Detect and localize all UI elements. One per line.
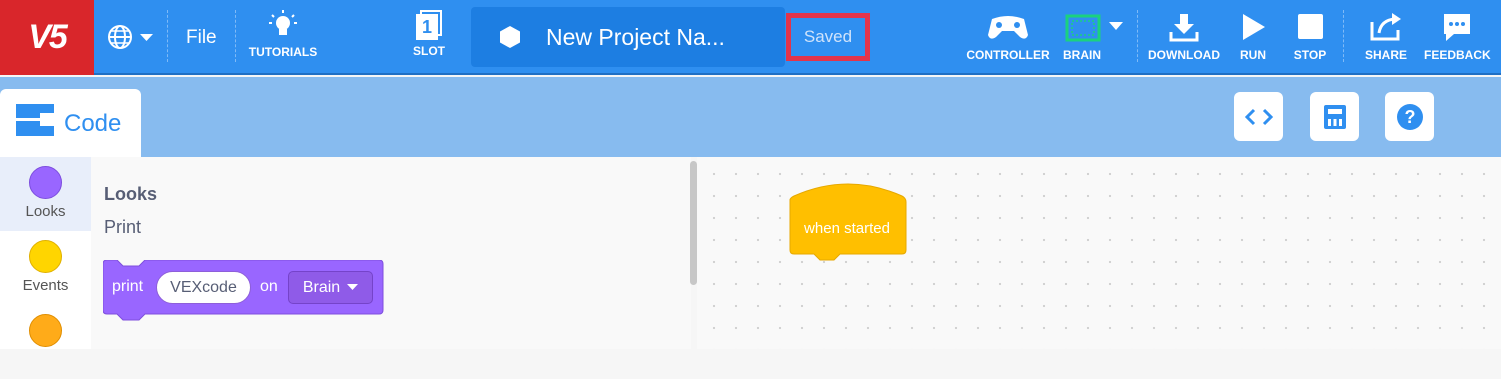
palette-subtitle: Print <box>104 217 142 237</box>
print-value-input[interactable]: VEXcode <box>156 271 251 304</box>
language-menu[interactable] <box>107 24 157 55</box>
angle-brackets-icon <box>1244 108 1273 125</box>
lightbulb-icon <box>269 10 297 35</box>
file-menu[interactable]: File <box>186 27 217 49</box>
palette-scrollbar[interactable] <box>690 161 697 285</box>
controller-icon <box>988 16 1028 39</box>
share-button[interactable]: SHARE <box>1361 10 1411 62</box>
on-keyword: on <box>260 278 278 295</box>
play-icon <box>1243 14 1265 40</box>
controller-button[interactable]: CONTROLLER <box>966 13 1050 62</box>
category-events-label: Events <box>22 277 69 294</box>
tab-code[interactable]: Code <box>0 89 141 157</box>
speech-bubble-icon <box>1444 14 1470 41</box>
brain-device-icon <box>1323 104 1346 129</box>
category-list: Looks Events <box>0 157 91 349</box>
tab-code-label: Code <box>64 110 122 137</box>
palette-title: Looks <box>104 184 158 204</box>
project-name-field[interactable]: New Project Na... <box>471 7 785 67</box>
globe-icon <box>108 25 153 49</box>
brain-icon <box>1065 14 1123 42</box>
run-button[interactable]: RUN <box>1233 12 1273 62</box>
tutorials-label: TUTORIALS <box>248 45 318 59</box>
project-name: New Project Na... <box>546 24 725 50</box>
code-blocks-icon <box>16 104 54 136</box>
tutorials-button[interactable]: TUTORIALS <box>248 10 318 59</box>
slot-icon: 1 <box>416 10 442 40</box>
stop-label: STOP <box>1293 48 1327 62</box>
hexagon-icon <box>500 26 520 48</box>
svg-text:?: ? <box>1404 107 1415 127</box>
help-button[interactable]: ? <box>1385 92 1434 141</box>
run-label: RUN <box>1240 48 1266 62</box>
stop-button[interactable]: STOP <box>1290 12 1330 62</box>
text-code-button[interactable] <box>1234 92 1283 141</box>
category-control[interactable] <box>0 305 91 379</box>
when-started-label: when started <box>804 220 890 237</box>
stop-icon <box>1298 14 1323 39</box>
top-toolbar: V5 File TUTORIALS 1 SLOT New Project Na.… <box>0 0 1501 75</box>
devices-button[interactable] <box>1310 92 1359 141</box>
save-status-text: Saved <box>803 27 853 46</box>
brain-label: BRAIN <box>1063 48 1101 62</box>
brain-button[interactable]: BRAIN <box>1063 13 1133 62</box>
feedback-button[interactable]: FEEDBACK <box>1424 12 1491 62</box>
looks-color-dot <box>29 166 62 199</box>
share-label: SHARE <box>1364 48 1407 62</box>
download-button[interactable]: DOWNLOAD <box>1145 12 1223 62</box>
save-status-badge: Saved <box>786 13 870 61</box>
print-keyword: print <box>112 278 144 295</box>
share-icon <box>1370 13 1401 41</box>
caret-down-icon <box>347 284 359 290</box>
slot-button[interactable]: 1 SLOT <box>408 10 450 58</box>
download-label: DOWNLOAD <box>1148 48 1220 62</box>
vex-logo[interactable]: V5 <box>0 0 94 75</box>
feedback-label: FEEDBACK <box>1424 48 1491 62</box>
download-icon <box>1169 14 1199 42</box>
print-target-label: Brain <box>302 278 341 296</box>
logo-text: V5 <box>28 18 68 56</box>
print-target-dropdown[interactable]: Brain <box>288 271 373 304</box>
category-looks-label: Looks <box>25 203 66 220</box>
slot-label: SLOT <box>413 44 445 58</box>
category-looks[interactable]: Looks <box>0 157 91 231</box>
slot-number: 1 <box>416 14 438 40</box>
events-color-dot <box>29 240 62 273</box>
control-color-dot <box>29 314 62 347</box>
controller-label: CONTROLLER <box>966 48 1050 62</box>
category-events[interactable]: Events <box>0 231 91 305</box>
question-icon: ? <box>1396 103 1423 130</box>
when-started-block[interactable]: when started <box>788 182 908 269</box>
